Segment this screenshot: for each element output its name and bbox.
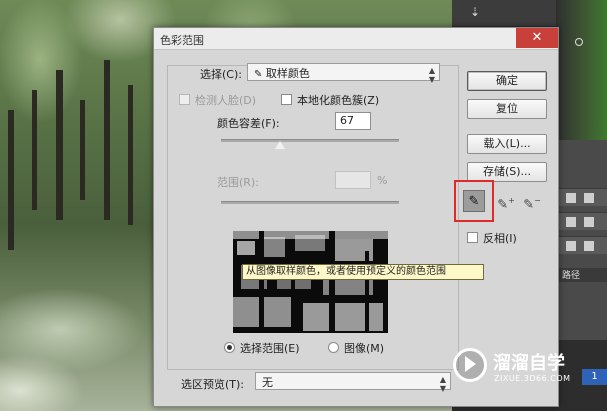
adjustments-row xyxy=(556,236,607,254)
selection-preview-dropdown[interactable]: 无 ▲ ▼ xyxy=(255,372,451,393)
localized-clusters-checkbox[interactable] xyxy=(281,94,292,105)
color-picker-swatch[interactable] xyxy=(556,0,607,140)
fuzziness-label: 颜色容差(F): xyxy=(217,117,280,130)
selection-preview-value: 无 xyxy=(262,376,273,389)
adjustment-icon[interactable] xyxy=(566,241,576,251)
adjustment-icon[interactable] xyxy=(584,241,594,251)
select-value: 取样颜色 xyxy=(265,67,310,80)
tool-preset-icon[interactable]: ⇣ xyxy=(470,5,480,19)
radio-image-label: 图像(M) xyxy=(344,342,385,355)
eyedropper-minus-icon[interactable]: ✎− xyxy=(521,190,543,212)
close-button[interactable]: ✕ xyxy=(516,28,558,48)
load-button[interactable]: 载入(L)... xyxy=(467,134,547,154)
dialog-titlebar[interactable]: 色彩范围 ✕ xyxy=(154,28,558,50)
adjustments-row xyxy=(556,212,607,230)
eyedropper-icon[interactable]: ✎ xyxy=(463,190,485,212)
adjustment-icon[interactable] xyxy=(566,217,576,227)
select-dropdown[interactable]: ✎ 取样颜色 ▲ ▼ xyxy=(247,63,440,84)
reset-button[interactable]: 复位 xyxy=(467,99,547,119)
tooltip: 从图像取样颜色，或者使用预定义的颜色范围 xyxy=(242,264,484,280)
fuzziness-slider-thumb[interactable] xyxy=(275,141,285,149)
radio-selection[interactable] xyxy=(224,342,235,353)
adjustment-icon[interactable] xyxy=(566,193,576,203)
watermark-brand: 溜溜自学 xyxy=(493,353,565,374)
save-button[interactable]: 存储(S)... xyxy=(467,162,547,182)
layer-number[interactable]: 1 xyxy=(582,369,607,385)
fuzziness-slider-track[interactable] xyxy=(221,139,399,142)
ok-button[interactable]: 确定 xyxy=(467,71,547,91)
range-slider-track[interactable] xyxy=(221,201,399,204)
invert-checkbox[interactable] xyxy=(467,232,478,243)
dialog-title: 色彩范围 xyxy=(160,34,204,47)
watermark-logo: 溜溜自学 ZIXUE.3D66.COM xyxy=(453,346,573,401)
radio-image[interactable] xyxy=(328,342,339,353)
eyedropper-icon: ✎ xyxy=(254,69,263,80)
watermark-url: ZIXUE.3D66.COM xyxy=(494,374,571,383)
fuzziness-input[interactable]: 67 xyxy=(335,112,371,130)
eyedropper-plus-icon[interactable]: ✎+ xyxy=(495,190,517,212)
dropdown-arrow-icon: ▲ ▼ xyxy=(428,66,435,84)
invert-label: 反相(I) xyxy=(483,232,517,245)
selection-preview-label: 选区预览(T): xyxy=(181,378,245,391)
close-icon: ✕ xyxy=(531,30,543,45)
range-unit: % xyxy=(377,174,388,187)
radio-selection-label: 选择范围(E) xyxy=(240,342,300,355)
selection-preview-image[interactable] xyxy=(233,231,388,333)
range-label: 范围(R): xyxy=(217,176,259,189)
play-icon xyxy=(465,356,476,372)
dropdown-arrow-icon: ▲ ▼ xyxy=(439,375,446,393)
adjustment-icon[interactable] xyxy=(584,217,594,227)
range-input[interactable] xyxy=(335,171,371,189)
adjustment-icon[interactable] xyxy=(584,193,594,203)
select-label: 选择(C): xyxy=(200,68,242,81)
paths-tab[interactable]: 路径 xyxy=(556,268,607,282)
localized-clusters-label: 本地化颜色簇(Z) xyxy=(297,94,380,107)
detect-faces-label: 检测人脸(D) xyxy=(195,94,257,107)
adjustments-row xyxy=(556,188,607,206)
detect-faces-checkbox[interactable] xyxy=(179,94,190,105)
